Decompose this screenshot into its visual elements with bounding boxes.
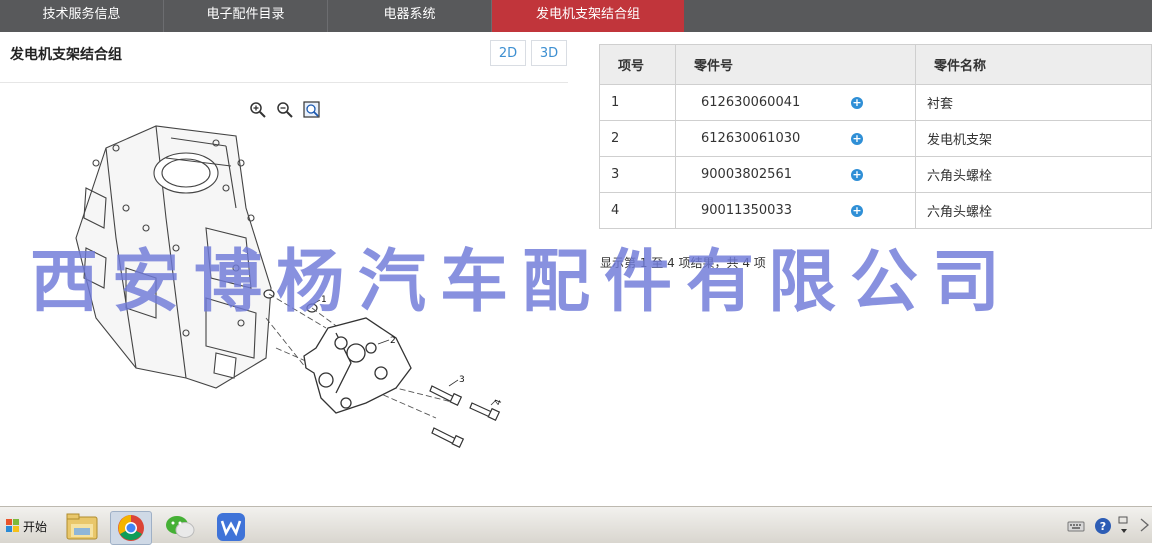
header-part-no: 零件号 <box>675 44 916 85</box>
view-2d-button[interactable]: 2D <box>490 40 526 66</box>
arrow-icon[interactable] <box>1116 515 1134 533</box>
add-icon[interactable]: + <box>851 132 863 145</box>
view-3d-button[interactable]: 3D <box>531 40 567 66</box>
start-button[interactable]: 开始 <box>2 515 55 537</box>
page-title: 发电机支架结合组 <box>10 47 122 63</box>
part-name-cell: 六角头螺栓 <box>915 192 1152 229</box>
windows-logo-icon <box>6 519 19 532</box>
part-number: 90011350033 <box>701 203 792 218</box>
zoom-in-icon[interactable] <box>249 101 267 119</box>
add-icon[interactable]: + <box>851 96 863 109</box>
generator-bracket-part <box>303 317 412 414</box>
add-icon[interactable]: + <box>851 168 863 181</box>
part-no-cell: 612630060041 + <box>675 84 916 121</box>
divider <box>0 82 568 83</box>
part-name-cell: 衬套 <box>915 84 1152 121</box>
tab-electrical-system[interactable]: 电器系统 <box>328 0 492 32</box>
keyboard-icon[interactable] <box>1067 517 1085 535</box>
item-no-cell: 3 <box>599 156 676 193</box>
bushing-part <box>263 289 318 313</box>
callout-2: 2 <box>390 336 396 346</box>
part-number: 612630061030 <box>701 131 801 146</box>
zoom-toolbar <box>249 101 321 119</box>
tab-generator-bracket[interactable]: 发电机支架结合组 <box>492 0 684 32</box>
tab-tech-service[interactable]: 技术服务信息 <box>0 0 164 32</box>
start-label: 开始 <box>23 519 48 534</box>
table-header-row: 项号 零件号 零件名称 <box>599 44 1152 85</box>
add-icon[interactable]: + <box>851 204 863 217</box>
engine-block-drawing <box>75 125 272 389</box>
callout-4: 4 <box>493 398 504 407</box>
part-number: 90003802561 <box>701 167 792 182</box>
part-number: 612630060041 <box>701 95 801 110</box>
windows-taskbar: 开始 ? <box>0 506 1152 545</box>
wps-icon[interactable] <box>211 511 251 543</box>
zoom-out-icon[interactable] <box>276 101 294 119</box>
help-icon[interactable]: ? <box>1094 517 1112 535</box>
part-name-cell: 发电机支架 <box>915 120 1152 157</box>
svg-text:?: ? <box>1100 520 1106 533</box>
table-row: 3 90003802561 + 六角头螺栓 <box>599 156 1152 193</box>
hex-bolt-parts <box>429 385 501 449</box>
item-no-cell: 2 <box>599 120 676 157</box>
wechat-icon[interactable] <box>160 511 200 543</box>
table-row: 2 612630061030 + 发电机支架 <box>599 120 1152 157</box>
header-part-name: 零件名称 <box>915 44 1152 85</box>
chrome-icon[interactable] <box>110 511 152 545</box>
callout-1: 1 <box>321 295 327 305</box>
part-no-cell: 90003802561 + <box>675 156 916 193</box>
system-icon[interactable] <box>1138 515 1152 533</box>
folder-icon[interactable] <box>62 511 102 543</box>
tab-parts-catalog[interactable]: 电子配件目录 <box>164 0 328 32</box>
part-name-cell: 六角头螺栓 <box>915 156 1152 193</box>
part-no-cell: 612630061030 + <box>675 120 916 157</box>
callout-3: 3 <box>459 375 465 385</box>
top-tab-bar: 技术服务信息 电子配件目录 电器系统 发电机支架结合组 <box>0 0 1152 32</box>
table-row: 1 612630060041 + 衬套 <box>599 84 1152 121</box>
zoom-fit-icon[interactable] <box>303 101 321 119</box>
parts-table: 项号 零件号 零件名称 1 612630060041 + 衬套 2 6126300… <box>599 44 1152 229</box>
part-no-cell: 90011350033 + <box>675 192 916 229</box>
exploded-parts-diagram: 1 2 3 4 <box>75 125 505 449</box>
table-result-info: 显示第 1 至 4 项结果，共 4 项 <box>600 256 766 270</box>
header-item-no: 项号 <box>599 44 676 85</box>
item-no-cell: 1 <box>599 84 676 121</box>
table-row: 4 90011350033 + 六角头螺栓 <box>599 192 1152 229</box>
item-no-cell: 4 <box>599 192 676 229</box>
